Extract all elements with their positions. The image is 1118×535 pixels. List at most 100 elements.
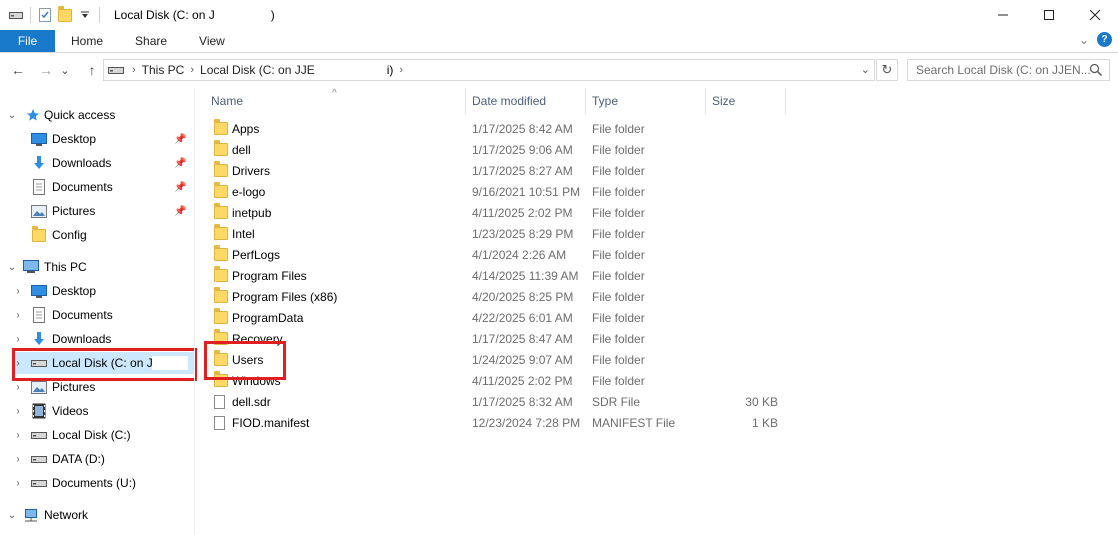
file-type: File folder [592,374,645,388]
sidebar-item-label: Downloads [52,332,112,346]
sidebar-item-qa-desktop[interactable]: Desktop 📌 [0,128,194,150]
file-name: ProgramData [232,311,304,325]
table-row[interactable]: Intel 1/23/2025 8:29 PM File folder [204,224,794,245]
table-row[interactable]: Recovery 1/17/2025 8:47 AM File folder [204,329,794,350]
sidebar-item-this-pc[interactable]: ⌄ This PC [0,256,194,278]
table-row[interactable]: ProgramData 4/22/2025 6:01 AM File folder [204,308,794,329]
file-list: ^ Name Date modified Type Size Apps 1/17/… [204,88,1104,535]
sidebar-item-quick-access[interactable]: ⌄ Quick access [0,104,194,126]
tab-view[interactable]: View [183,30,241,52]
properties-icon[interactable] [35,4,55,26]
expand-chevron-icon[interactable]: › [12,430,24,441]
expand-chevron-icon[interactable]: › [12,286,24,297]
table-row[interactable]: dell 1/17/2025 9:06 AM File folder [204,140,794,161]
table-row[interactable]: Apps 1/17/2025 8:42 AM File folder [204,119,794,140]
sidebar-item-qa-config[interactable]: Config [0,224,194,246]
tab-share[interactable]: Share [119,30,183,52]
breadcrumb-local-disk-end[interactable]: i) [387,63,394,77]
collapse-chevron-icon[interactable]: ⌄ [6,262,18,273]
pin-icon[interactable]: 📌 [174,158,186,169]
help-icon[interactable]: ? [1097,32,1112,47]
column-header-type[interactable]: Type [586,88,706,114]
column-header-size[interactable]: Size [706,88,786,114]
file-type: MANIFEST File [592,416,676,430]
table-row[interactable]: Program Files (x86) 4/20/2025 8:25 PM File… [204,287,794,308]
search-placeholder: Search Local Disk (C: on JJEN... [916,63,1091,77]
sidebar-item-qa-pictures[interactable]: Pictures 📌 [0,200,194,222]
sidebar-item-data-d[interactable]: › DATA (D:) [0,448,194,470]
address-bar[interactable]: › This PC › Local Disk (C: on JJE i) › ⌄ [103,59,875,81]
close-button[interactable] [1072,0,1118,30]
pin-icon[interactable]: 📌 [174,134,186,145]
new-folder-icon[interactable] [55,4,75,26]
address-dropdown-icon[interactable]: ⌄ [861,63,870,76]
maximize-button[interactable] [1026,0,1072,30]
chevron-down-icon: ⌄ [60,64,70,77]
sidebar-item-qa-documents[interactable]: Documents 📌 [0,176,194,198]
file-name: e-logo [232,185,266,199]
expand-ribbon-icon[interactable]: ⌄ [1079,33,1089,47]
minimize-button[interactable] [980,0,1026,30]
sidebar-item-pc-documents[interactable]: › Documents [0,304,194,326]
up-button[interactable]: ↑ [80,58,104,82]
breadcrumb-separator-icon[interactable]: › [190,64,194,76]
expand-chevron-icon[interactable]: › [12,382,24,393]
breadcrumb-this-pc[interactable]: This PC [142,63,185,77]
refresh-button[interactable]: ↻ [876,59,898,81]
navigation-pane: ⌄ Quick access Desktop 📌 Downloads 📌 Doc… [0,88,197,535]
breadcrumb-separator-icon[interactable]: › [399,64,403,76]
folder-icon [214,182,228,198]
sidebar-item-pc-videos[interactable]: › Videos [0,400,194,422]
expand-chevron-icon[interactable]: › [12,454,24,465]
sidebar-item-label: Pictures [52,204,96,218]
table-row[interactable]: inetpub 4/11/2025 2:02 PM File folder [204,203,794,224]
recent-locations-button[interactable]: ⌄ [58,58,72,82]
sidebar-item-label: Desktop [52,132,97,146]
sidebar-item-local-disk-c[interactable]: › Local Disk (C:) [0,424,194,446]
customize-toolbar-icon[interactable] [75,4,95,26]
column-header-label: Type [592,94,619,108]
expand-chevron-icon[interactable]: › [12,334,24,345]
sidebar-item-label: Network [44,508,89,522]
breadcrumb-separator-icon[interactable]: › [132,64,136,76]
tab-file[interactable]: File [0,30,55,52]
pane-divider[interactable] [194,88,195,535]
back-button[interactable]: ← [6,58,30,82]
back-arrow-icon: ← [11,62,25,78]
file-date-modified: 1/17/2025 8:47 AM [472,332,573,346]
tab-home[interactable]: Home [55,30,119,52]
file-type: File folder [592,311,645,325]
table-row[interactable]: Drivers 1/17/2025 8:27 AM File folder [204,161,794,182]
forward-button[interactable]: → [34,58,58,82]
column-header-name[interactable]: Name [204,88,466,114]
table-row[interactable]: PerfLogs 4/1/2024 2:26 AM File folder [204,245,794,266]
folder-icon [214,266,228,282]
table-row[interactable]: Users 1/24/2025 9:07 AM File folder [204,350,794,371]
sidebar-item-documents-u[interactable]: › Documents (U:) [0,472,194,494]
table-row[interactable]: FIOD.manifest 12/23/2024 7:28 PM MANIFEST … [204,413,794,434]
file-type: File folder [592,290,645,304]
expand-chevron-icon[interactable]: › [12,406,24,417]
file-date-modified: 1/17/2025 8:27 AM [472,164,573,178]
column-header-date[interactable]: Date modified [466,88,586,114]
sidebar-item-network[interactable]: ⌄ Network [0,504,194,526]
table-row[interactable]: Program Files 4/14/2025 11:39 AM File fold… [204,266,794,287]
downloads-icon [30,155,48,171]
expand-chevron-icon[interactable]: › [12,310,24,321]
sidebar-item-pc-pictures[interactable]: › Pictures [0,376,194,398]
column-header-label: Date modified [472,94,547,108]
breadcrumb-local-disk[interactable]: Local Disk (C: on JJE [200,63,315,77]
table-row[interactable]: Windows 4/11/2025 2:02 PM File folder [204,371,794,392]
file-type: File folder [592,185,645,199]
search-input[interactable]: Search Local Disk (C: on JJEN... [907,59,1110,81]
collapse-chevron-icon[interactable]: ⌄ [6,510,18,521]
sidebar-item-pc-desktop[interactable]: › Desktop [0,280,194,302]
table-row[interactable]: dell.sdr 1/17/2025 8:32 AM SDR File 30 KB [204,392,794,413]
pin-icon[interactable]: 📌 [174,182,186,193]
sidebar-item-qa-downloads[interactable]: Downloads 📌 [0,152,194,174]
expand-chevron-icon[interactable]: › [12,478,24,489]
sidebar-item-pc-downloads[interactable]: › Downloads [0,328,194,350]
pin-icon[interactable]: 📌 [174,206,186,217]
table-row[interactable]: e-logo 9/16/2021 10:51 PM File folder [204,182,794,203]
collapse-chevron-icon[interactable]: ⌄ [6,110,18,121]
